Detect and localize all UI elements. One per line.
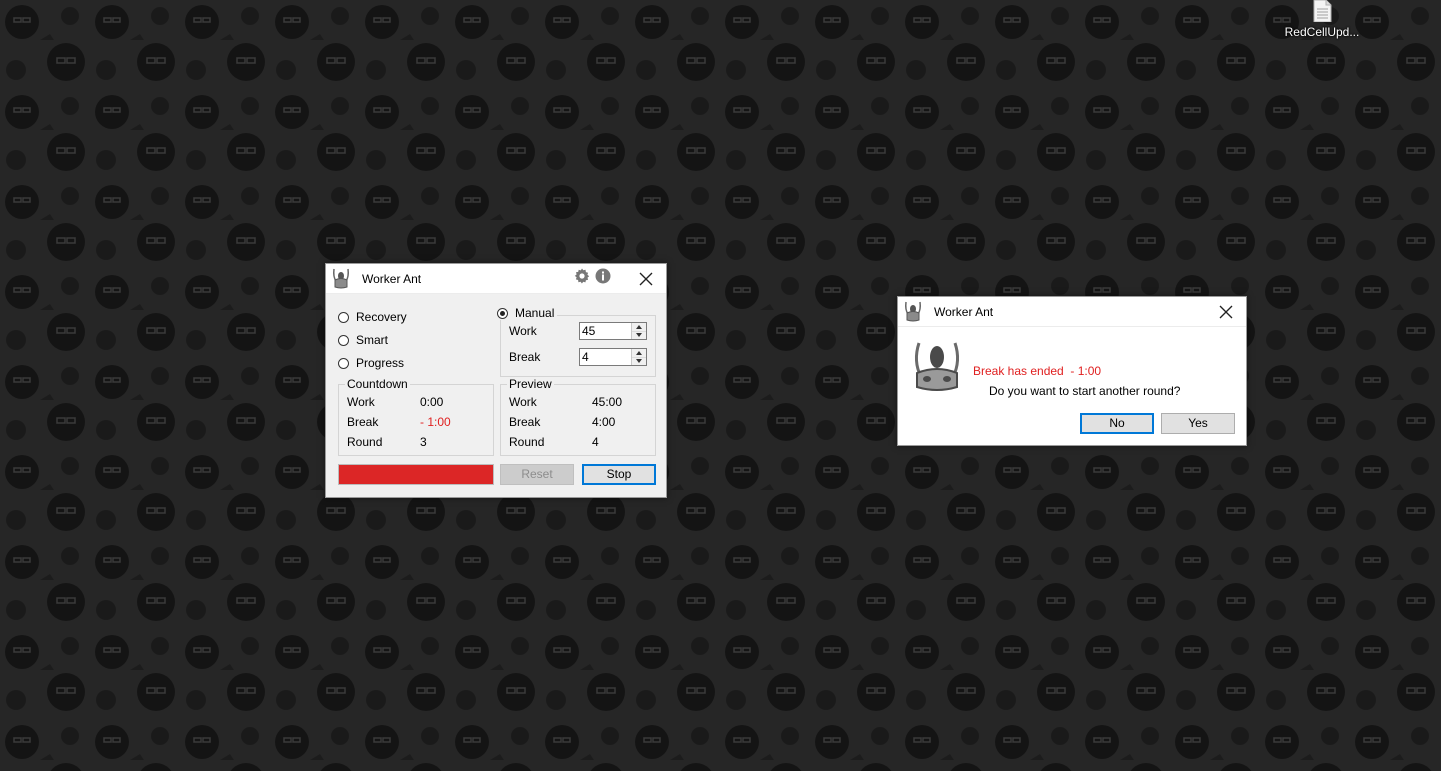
dialog-alert-message: Break has ended - 1:00 (973, 364, 1102, 378)
work-minutes-stepper[interactable] (579, 322, 647, 340)
arrow-up-icon (636, 325, 642, 329)
ant-app-icon (905, 301, 921, 322)
radio-manual[interactable]: Manual (494, 306, 558, 320)
round-ended-dialog: Worker Ant Break has ended - 1:00 Do you… (897, 296, 1247, 446)
manual-break-label: Break (509, 350, 541, 364)
reset-button[interactable]: Reset (500, 464, 574, 485)
radio-recovery[interactable]: Recovery (338, 310, 407, 324)
main-window: Worker Ant Recovery Smart Progress Work … (325, 263, 667, 498)
radio-circle (338, 311, 349, 323)
radio-circle-checked (497, 307, 508, 319)
round-progress-bar (338, 464, 494, 485)
desktop-icon-label: RedCellUpd... (1284, 25, 1360, 39)
radio-recovery-label: Recovery (356, 310, 407, 324)
dialog-question: Do you want to start another round? (989, 384, 1181, 398)
manual-group: Work Break (500, 315, 656, 377)
work-minutes-input[interactable] (582, 324, 630, 338)
preview-round-value: 4 (592, 435, 599, 449)
stop-button[interactable]: Stop (582, 464, 656, 485)
radio-smart-label: Smart (356, 333, 389, 347)
radio-circle (338, 334, 349, 346)
countdown-title: Countdown (345, 377, 410, 391)
yes-button[interactable]: Yes (1161, 413, 1235, 434)
countdown-group: Countdown Work 0:00 Break - 1:00 Round 3 (338, 377, 494, 456)
radio-circle (338, 357, 349, 369)
manual-work-label: Work (509, 324, 537, 338)
preview-work-label: Work (509, 395, 537, 409)
preview-round-label: Round (509, 435, 545, 449)
countdown-round-value: 3 (420, 435, 427, 449)
arrow-down-icon (636, 333, 642, 337)
preview-work-value: 45:00 (592, 395, 623, 409)
countdown-break-value: - 1:00 (420, 415, 451, 429)
stepper-up-button[interactable] (632, 349, 646, 357)
arrow-up-icon (636, 351, 642, 355)
desktop-file-icon[interactable]: RedCellUpd... (1280, 0, 1364, 39)
countdown-break-label: Break (347, 415, 379, 429)
gear-icon[interactable] (574, 268, 590, 284)
main-window-body: Recovery Smart Progress Work Break (326, 294, 666, 497)
radio-progress[interactable]: Progress (338, 356, 404, 370)
dialog-titlebar[interactable]: Worker Ant (898, 297, 1246, 327)
text-file-icon (1313, 0, 1332, 22)
preview-break-label: Break (509, 415, 541, 429)
radio-smart[interactable]: Smart (338, 333, 388, 347)
progress-bar-fill (339, 465, 493, 484)
main-titlebar[interactable]: Worker Ant (326, 264, 666, 294)
arrow-down-icon (636, 359, 642, 363)
ant-head-icon (914, 342, 960, 391)
preview-break-value: 4:00 (592, 415, 616, 429)
dialog-title: Worker Ant (934, 305, 994, 319)
countdown-work-label: Work (347, 395, 375, 409)
main-window-title: Worker Ant (362, 272, 422, 286)
radio-manual-label: Manual (515, 306, 555, 320)
break-minutes-input[interactable] (582, 350, 630, 364)
countdown-round-label: Round (347, 435, 383, 449)
dialog-body: Break has ended - 1:00 Do you want to st… (898, 327, 1246, 445)
close-icon[interactable] (1218, 304, 1234, 320)
preview-title: Preview (507, 377, 554, 391)
stepper-down-button[interactable] (632, 357, 646, 365)
radio-progress-label: Progress (356, 356, 405, 370)
preview-group: Preview Work 45:00 Break 4:00 Round 4 (500, 377, 656, 456)
stepper-up-button[interactable] (632, 323, 646, 331)
break-minutes-stepper[interactable] (579, 348, 647, 366)
countdown-work-value: 0:00 (420, 395, 444, 409)
info-icon[interactable] (595, 268, 611, 284)
ant-app-icon (333, 268, 349, 289)
no-button[interactable]: No (1080, 413, 1154, 434)
close-icon[interactable] (638, 271, 654, 287)
stepper-down-button[interactable] (632, 331, 646, 339)
